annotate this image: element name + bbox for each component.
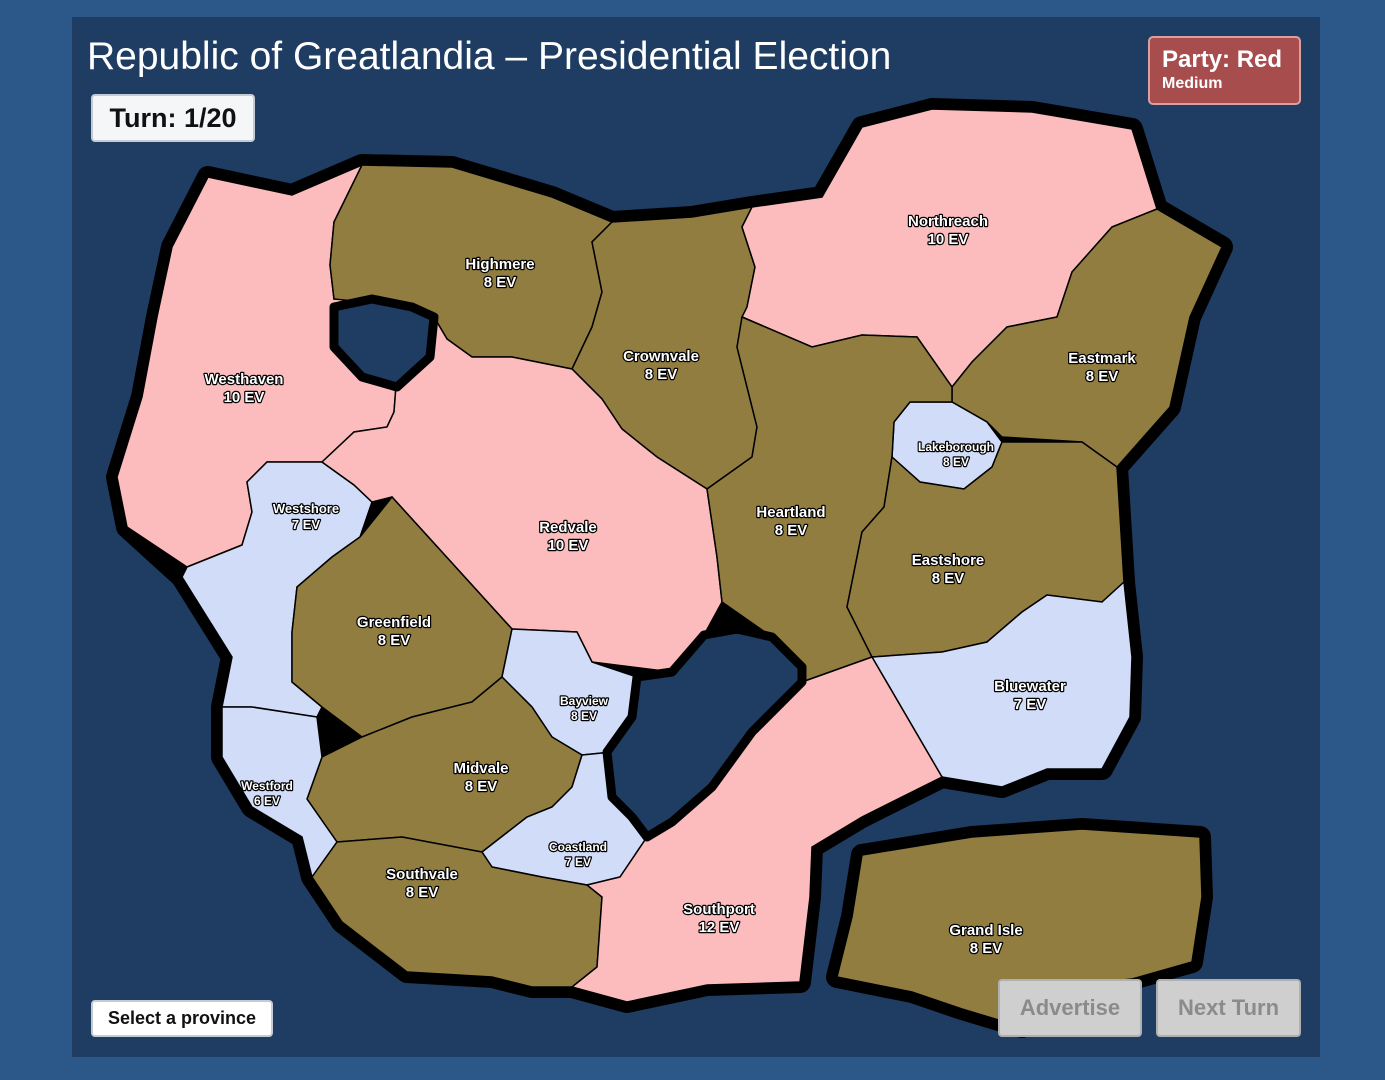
province-ev-westhaven: 10 EV — [224, 389, 265, 406]
province-name-midvale: Midvale — [453, 760, 508, 777]
advertise-button[interactable]: Advertise — [998, 979, 1142, 1037]
province-name-southvale: Southvale — [386, 866, 458, 883]
province-ev-eastshore: 8 EV — [932, 570, 965, 587]
province-ev-crownvale: 8 EV — [645, 366, 678, 383]
status-message: Select a province — [91, 1000, 273, 1037]
province-name-crownvale: Crownvale — [623, 348, 699, 365]
province-ev-northreach: 10 EV — [928, 231, 969, 248]
province-name-highmere: Highmere — [465, 256, 534, 273]
province-ev-bluewater: 7 EV — [1014, 696, 1047, 713]
province-name-coastland: Coastland — [549, 840, 607, 854]
province-name-westhaven: Westhaven — [205, 371, 284, 388]
province-name-bluewater: Bluewater — [994, 678, 1066, 695]
province-name-redvale: Redvale — [539, 519, 597, 536]
turn-counter: Turn: 1/20 — [91, 94, 255, 142]
province-name-greenfield: Greenfield — [357, 614, 431, 631]
province-ev-westshore: 7 EV — [292, 517, 321, 532]
election-map: Westhaven10 EVHighmere8 EVCrownvale8 EVN… — [106, 98, 1233, 1038]
province-ev-heartland: 8 EV — [775, 522, 808, 539]
page-title: Republic of Greatlandia – Presidential E… — [87, 35, 892, 78]
province-ev-southvale: 8 EV — [406, 884, 439, 901]
game-board: Westhaven 10 EV Highmere 8 EV Crownvale 8 EV N… — [72, 17, 1320, 1057]
province-ev-greenfield: 8 EV — [378, 632, 411, 649]
province-ev-redvale: 10 EV — [548, 537, 589, 554]
province-ev-eastmark: 8 EV — [1086, 368, 1119, 385]
province-name-heartland: Heartland — [756, 504, 825, 521]
party-label: Party: Red — [1162, 46, 1283, 73]
province-name-westshore: Westshore — [273, 501, 339, 516]
difficulty-label: Medium — [1162, 75, 1223, 92]
province-ev-grandisle: 8 EV — [970, 940, 1003, 957]
province-ev-westford: 6 EV — [254, 794, 280, 808]
next-turn-button[interactable]: Next Turn — [1156, 979, 1301, 1037]
province-ev-highmere: 8 EV — [484, 274, 517, 291]
province-name-westford: Westford — [241, 779, 293, 793]
province-name-grandisle: Grand Isle — [949, 922, 1022, 939]
province-ev-bayview: 8 EV — [571, 709, 597, 723]
province-ev-midvale: 8 EV — [465, 778, 498, 795]
province-name-eastshore: Eastshore — [912, 552, 985, 569]
province-name-northreach: Northreach — [908, 213, 988, 230]
party-badge: Party: Red Medium — [1148, 36, 1301, 105]
province-name-bayview: Bayview — [560, 694, 609, 708]
province-ev-lakeborough: 8 EV — [943, 455, 969, 469]
province-name-lakeborough: Lakeborough — [918, 440, 994, 454]
province-ev-southport: 12 EV — [699, 919, 740, 936]
province-name-southport: Southport — [683, 901, 755, 918]
province-name-eastmark: Eastmark — [1068, 350, 1136, 367]
province-ev-coastland: 7 EV — [565, 855, 591, 869]
